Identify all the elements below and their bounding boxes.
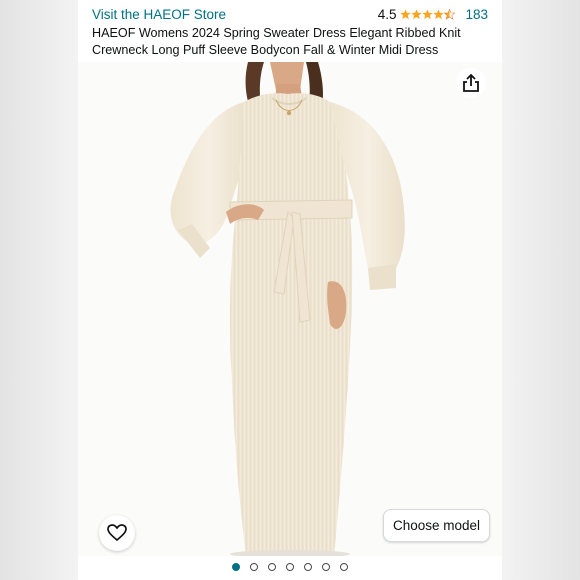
rating-summary[interactable]: 4.5 183 bbox=[378, 7, 488, 22]
star-rating bbox=[400, 9, 456, 20]
carousel-dot[interactable] bbox=[304, 563, 312, 571]
half-star-icon bbox=[444, 9, 456, 20]
carousel-dot[interactable] bbox=[286, 563, 294, 571]
carousel-dot[interactable] bbox=[250, 563, 258, 571]
review-count[interactable]: 183 bbox=[465, 7, 488, 22]
share-button[interactable] bbox=[456, 68, 486, 98]
image-carousel-indicator bbox=[78, 560, 502, 574]
wishlist-button[interactable] bbox=[99, 515, 135, 551]
star-icon bbox=[411, 9, 423, 20]
star-icon bbox=[400, 9, 412, 20]
carousel-dot[interactable] bbox=[268, 563, 276, 571]
carousel-dot[interactable] bbox=[322, 563, 330, 571]
product-header: Visit the HAEOF Store 4.5 183 HAEOF Wome… bbox=[78, 0, 502, 62]
share-icon bbox=[463, 73, 479, 92]
heart-icon bbox=[107, 524, 127, 542]
choose-model-button[interactable]: Choose model bbox=[383, 509, 490, 542]
star-icon bbox=[433, 9, 445, 20]
background-left bbox=[0, 0, 78, 580]
store-link[interactable]: Visit the HAEOF Store bbox=[92, 7, 226, 22]
dress-model-illustration bbox=[170, 62, 405, 556]
product-card: Visit the HAEOF Store 4.5 183 HAEOF Wome… bbox=[78, 0, 502, 580]
background-right bbox=[502, 0, 580, 580]
product-title: HAEOF Womens 2024 Spring Sweater Dress E… bbox=[92, 26, 461, 57]
product-image[interactable] bbox=[78, 62, 502, 556]
carousel-dot[interactable] bbox=[232, 563, 240, 571]
star-icon bbox=[422, 9, 434, 20]
rating-value: 4.5 bbox=[377, 7, 397, 22]
carousel-dot[interactable] bbox=[340, 563, 348, 571]
